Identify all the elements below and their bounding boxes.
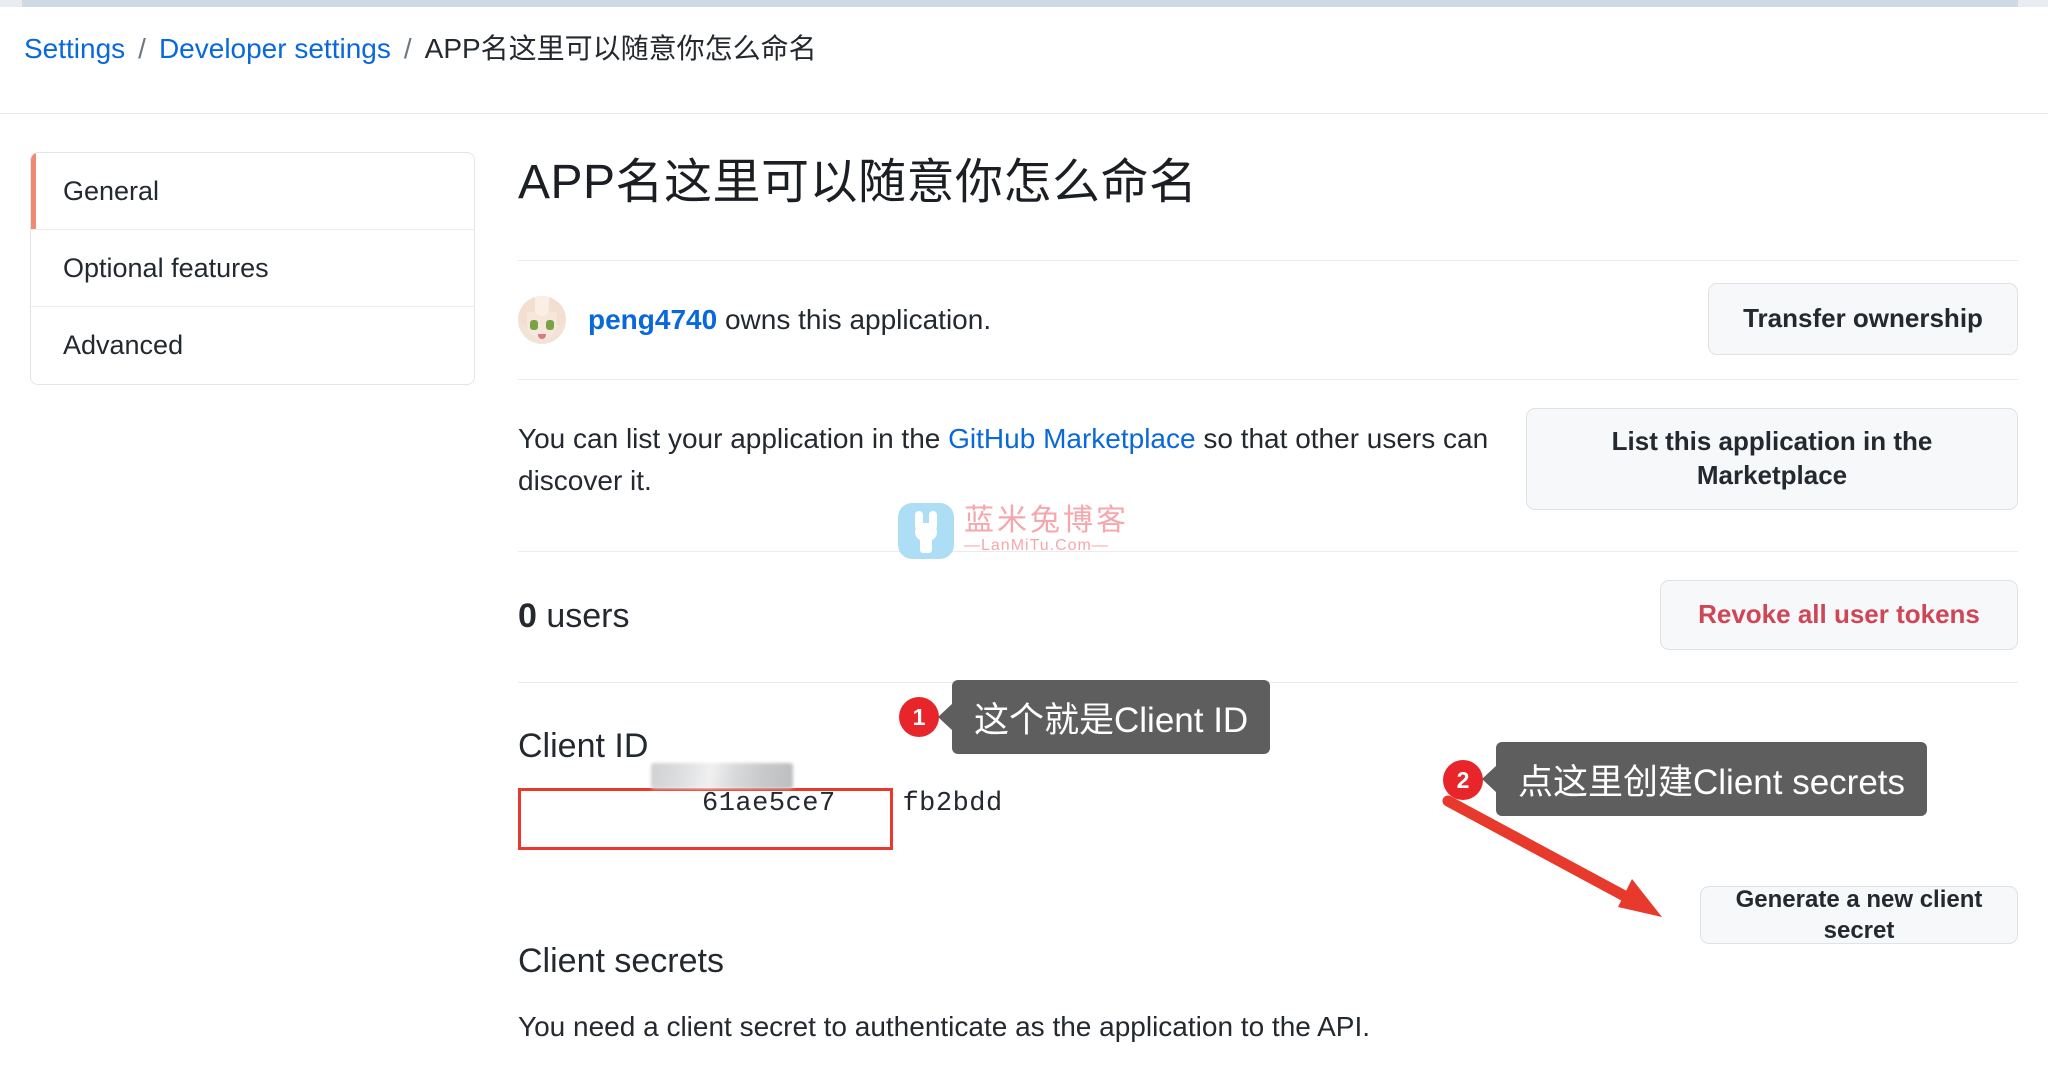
owner-username-link[interactable]: peng4740	[588, 304, 717, 335]
users-count-number: 0	[518, 597, 537, 636]
breadcrumb-current: APP名这里可以随意你怎么命名	[424, 33, 817, 64]
client-id-redaction-mask	[651, 762, 793, 789]
main-content: APP名这里可以随意你怎么命名 peng4740 owns this appli…	[518, 140, 2018, 1043]
avatar	[518, 295, 566, 344]
top-chrome-strip	[0, 0, 2048, 7]
avatar-mouth	[538, 333, 546, 339]
avatar-eye-right	[546, 319, 554, 330]
chrome-right-edge	[2018, 0, 2048, 7]
breadcrumb-separator-2: /	[403, 33, 412, 64]
users-count: 0 users	[518, 597, 630, 636]
sidebar-item-label: Advanced	[63, 330, 184, 360]
chrome-left-edge	[0, 0, 22, 7]
annotation-badge-2: 2	[1443, 760, 1483, 800]
marketplace-text-before: You can list your application in the	[518, 422, 949, 454]
avatar-bangs	[535, 295, 549, 316]
owner-text: peng4740 owns this application.	[588, 304, 991, 336]
marketplace-row: You can list your application in the Git…	[518, 380, 2018, 551]
page-root: Settings / Developer settings / APP名这里可以…	[0, 0, 2048, 1066]
client-id-highlight-box: 61ae5ce7 fb2bdd	[518, 762, 1002, 850]
settings-sidebar: General Optional features Advanced	[30, 152, 475, 385]
breadcrumb-settings[interactable]: Settings	[24, 33, 125, 65]
github-marketplace-link[interactable]: GitHub Marketplace	[948, 423, 1195, 454]
owner-row: peng4740 owns this application. Transfer…	[518, 261, 2018, 379]
sidebar-item-label: General	[63, 175, 160, 206]
client-secrets-description: You need a client secret to authenticate…	[518, 1010, 1371, 1042]
sidebar-item-general[interactable]: General	[31, 153, 474, 230]
breadcrumb-developer-settings[interactable]: Developer settings	[159, 33, 391, 65]
chrome-bar	[22, 0, 2018, 7]
annotation-bubble-1: 这个就是Client ID	[952, 680, 1271, 754]
annotation-badge-1: 1	[899, 697, 939, 737]
sidebar-item-label: Optional features	[63, 252, 269, 283]
page-title: APP名这里可以随意你怎么命名	[518, 156, 1198, 209]
header-divider	[0, 113, 2048, 114]
avatar-eye-left	[530, 319, 538, 330]
generate-new-client-secret-button[interactable]: Generate a new client secret	[1700, 886, 2018, 944]
sidebar-item-optional-features[interactable]: Optional features	[31, 230, 474, 307]
client-secrets-section: Client secrets You need a client secret …	[518, 850, 2018, 1043]
sidebar-item-advanced[interactable]: Advanced	[31, 307, 474, 384]
list-in-marketplace-button[interactable]: List this application in the Marketplace	[1526, 407, 2018, 510]
users-row: 0 users Revoke all user tokens	[518, 552, 2018, 682]
owner-suffix-text: owns this application.	[717, 303, 992, 335]
marketplace-text: You can list your application in the Git…	[518, 418, 1518, 503]
transfer-ownership-button[interactable]: Transfer ownership	[1708, 282, 2018, 355]
breadcrumb: Settings / Developer settings / APP名这里可以…	[24, 27, 817, 67]
client-id-value-suffix: fb2bdd	[902, 788, 1003, 819]
client-id-value-spacer	[836, 789, 903, 819]
annotation-bubble-2: 点这里创建Client secrets	[1496, 742, 1928, 816]
client-secrets-heading: Client secrets	[518, 941, 724, 980]
breadcrumb-separator-1: /	[138, 33, 146, 64]
client-id-value-prefix: 61ae5ce7	[702, 788, 836, 819]
revoke-all-user-tokens-button[interactable]: Revoke all user tokens	[1660, 579, 2018, 650]
users-count-label: users	[536, 597, 630, 636]
